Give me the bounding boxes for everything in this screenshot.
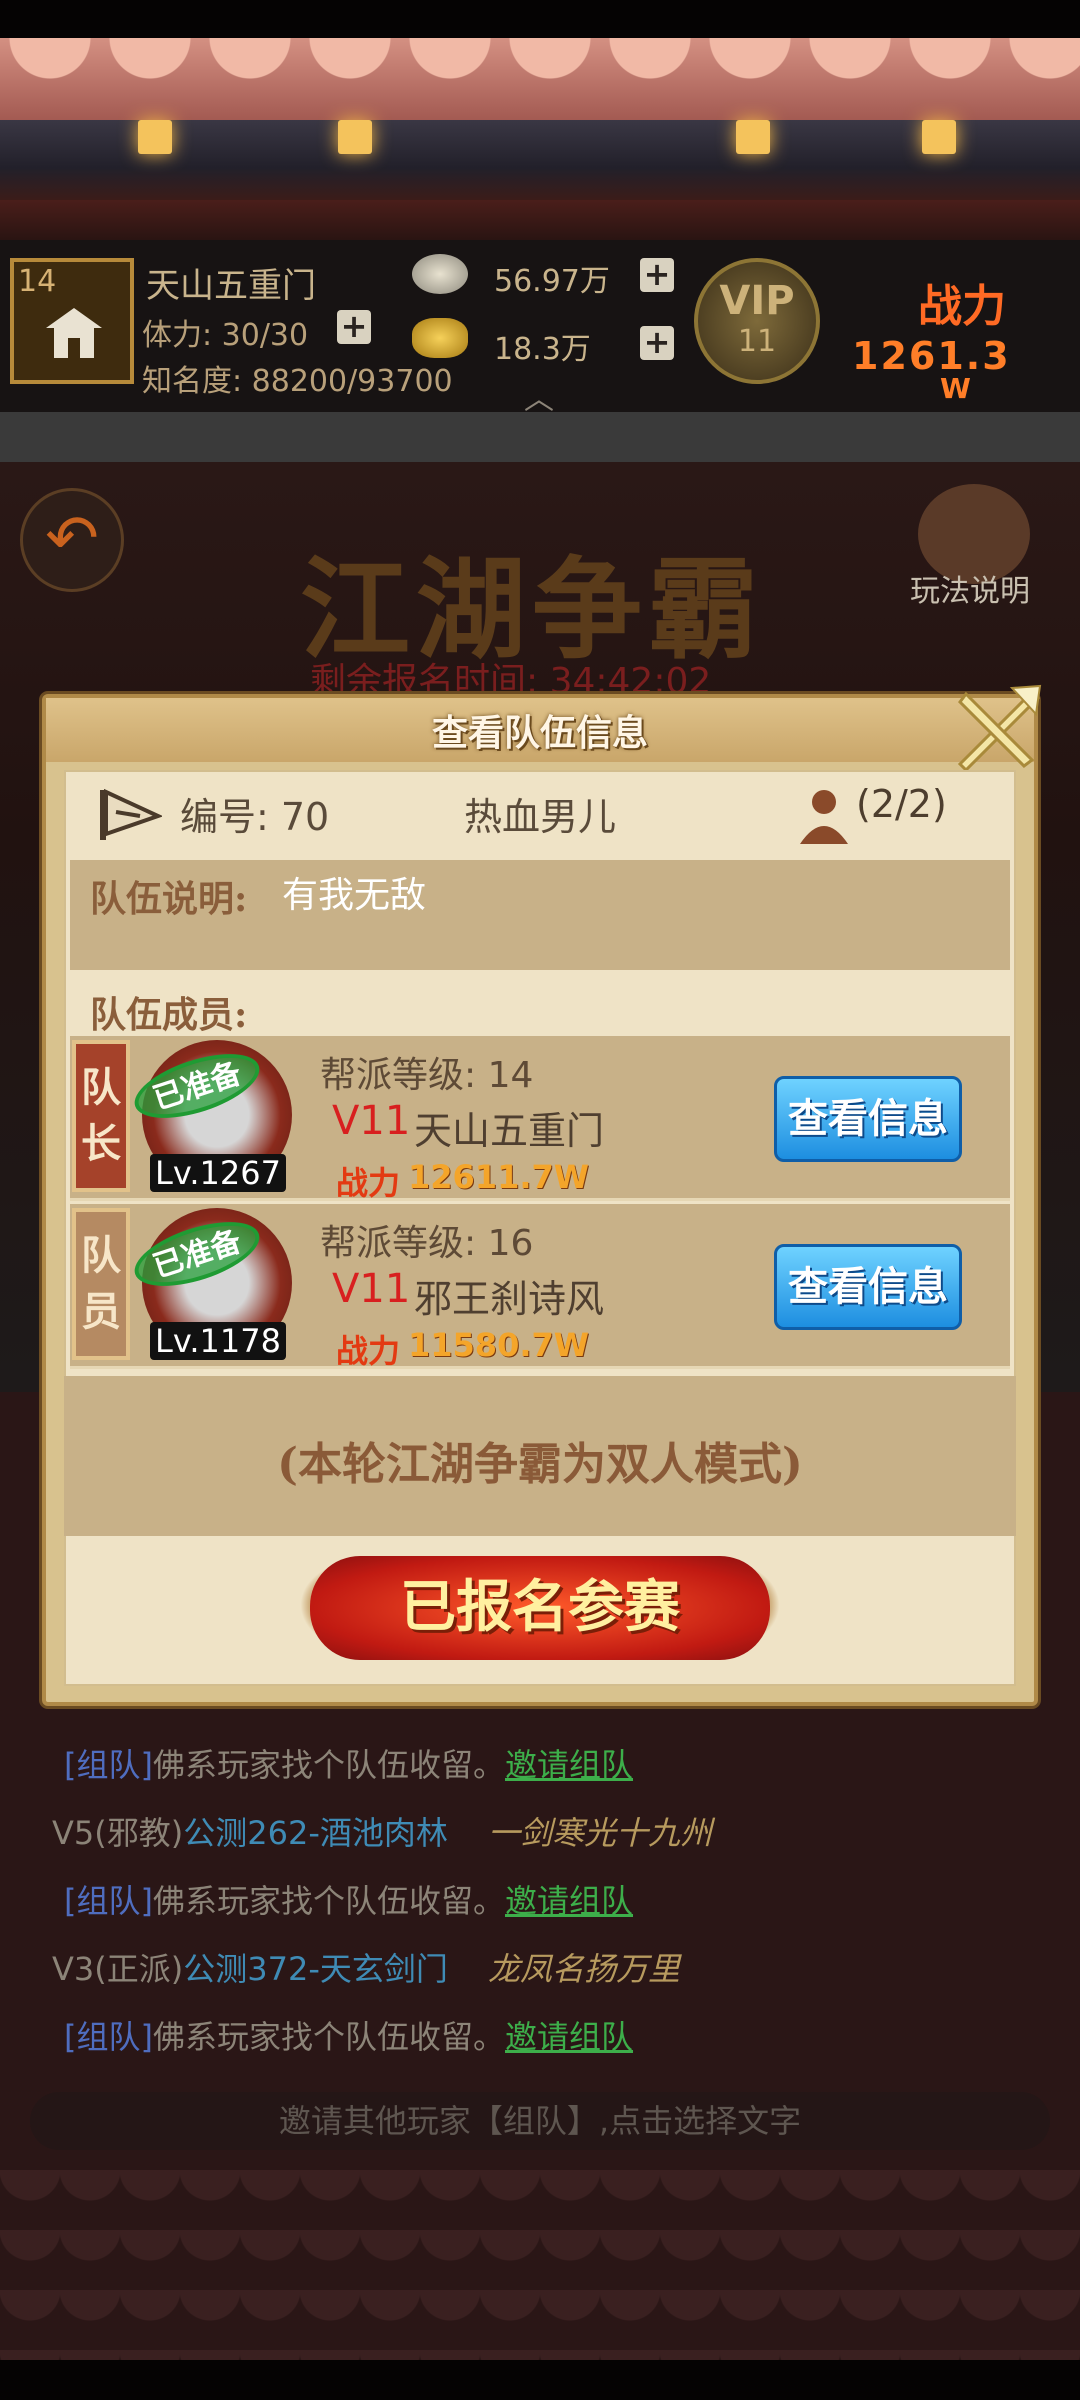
invite-team-link[interactable]: 邀请组队 [505, 2018, 633, 2056]
top-strip [0, 200, 1080, 240]
chat-line: [组队]佛系玩家找个队伍收留。邀请组队 [64, 1746, 634, 1784]
members-label: 队伍成员: [90, 994, 248, 1036]
chat-line: V3(正派)公测372-天玄剑门 龙凤名扬万里 [52, 1950, 681, 1988]
chat-input[interactable]: 邀请其他玩家【组队】,点击选择文字 [30, 2092, 1050, 2150]
nav-bar [0, 2360, 1080, 2400]
silver-plus-button[interactable]: + [640, 258, 674, 292]
roof-awning [0, 38, 1080, 120]
description-text: 有我无敌 [282, 875, 427, 916]
role-badge-member: 队员 [72, 1208, 130, 1360]
person-icon [800, 790, 848, 844]
member-vip: V11 [332, 1098, 411, 1144]
stamina-text: 体力: 30/30 [142, 318, 309, 353]
team-member-count: (2/2) [856, 782, 947, 826]
power-value: 1261.3 [852, 334, 1011, 378]
silver-ingot-icon [412, 254, 468, 294]
chat-line: V5(邪教)公测262-酒池肉林 一剑寒光十九州 [52, 1814, 713, 1852]
signed-up-button[interactable]: 已报名参赛 [310, 1556, 770, 1660]
team-id: 编号: 70 [180, 795, 330, 839]
member-level: Lv.1178 [150, 1322, 286, 1360]
gold-plus-button[interactable]: + [640, 326, 674, 360]
player-portrait[interactable]: 14 [10, 258, 134, 384]
lantern-icon [338, 120, 372, 154]
house-icon [46, 308, 102, 358]
vip-level: 11 [737, 324, 777, 359]
portrait-level: 14 [18, 264, 57, 299]
lantern-icon [922, 120, 956, 154]
member-power-label: 战力 [336, 1332, 401, 1370]
member-power: 11580.7W [408, 1326, 590, 1364]
hud-player-name: 天山五重门 [146, 266, 316, 306]
close-icon[interactable] [952, 684, 1042, 772]
mode-text: (本轮江湖争霸为双人模式) [277, 1439, 803, 1490]
status-bar [0, 0, 1080, 38]
gold-coin-icon [412, 318, 468, 358]
dialog-title: 查看队伍信息 [431, 713, 648, 754]
gold-amount: 18.3万 [494, 332, 591, 367]
back-arrow-icon[interactable]: ↶ [20, 488, 124, 592]
fame-text: 知名度: 88200/93700 [142, 364, 453, 399]
view-info-button[interactable]: 查看信息 [774, 1076, 962, 1162]
member-name: 天山五重门 [414, 1109, 605, 1153]
team-name: 热血男儿 [464, 795, 617, 839]
lantern-icon [138, 120, 172, 154]
silver-amount: 56.97万 [494, 264, 610, 299]
team-flag-icon [100, 788, 162, 840]
invite-team-link[interactable]: 邀请组队 [505, 1746, 633, 1784]
vip-label: VIP [719, 278, 795, 324]
vip-badge[interactable]: VIP 11 [694, 258, 820, 384]
chat-line: [组队]佛系玩家找个队伍收留。邀请组队 [64, 2018, 634, 2056]
member-name: 邪王刹诗风 [414, 1277, 605, 1321]
bottom-pattern [0, 2170, 1080, 2360]
member-power: 12611.7W [408, 1158, 590, 1196]
member-vip: V11 [332, 1266, 411, 1312]
stamina-plus-button[interactable]: + [337, 310, 371, 344]
power-label: 战力 [918, 281, 1006, 332]
lantern-icon [736, 120, 770, 154]
member-power-label: 战力 [336, 1164, 401, 1202]
description-label: 队伍说明: [90, 878, 248, 920]
invite-team-link[interactable]: 邀请组队 [505, 1882, 633, 1920]
view-info-button[interactable]: 查看信息 [774, 1244, 962, 1330]
role-badge-leader: 队长 [72, 1040, 130, 1192]
member-level: Lv.1267 [150, 1154, 286, 1192]
power-unit: W [940, 372, 971, 405]
gray-band [0, 412, 1080, 462]
rules-label[interactable]: 玩法说明 [910, 566, 1030, 610]
guild-level: 帮派等级: 16 [320, 1223, 534, 1264]
guild-level: 帮派等级: 14 [320, 1055, 534, 1096]
chat-line: [组队]佛系玩家找个队伍收留。邀请组队 [64, 1882, 634, 1920]
